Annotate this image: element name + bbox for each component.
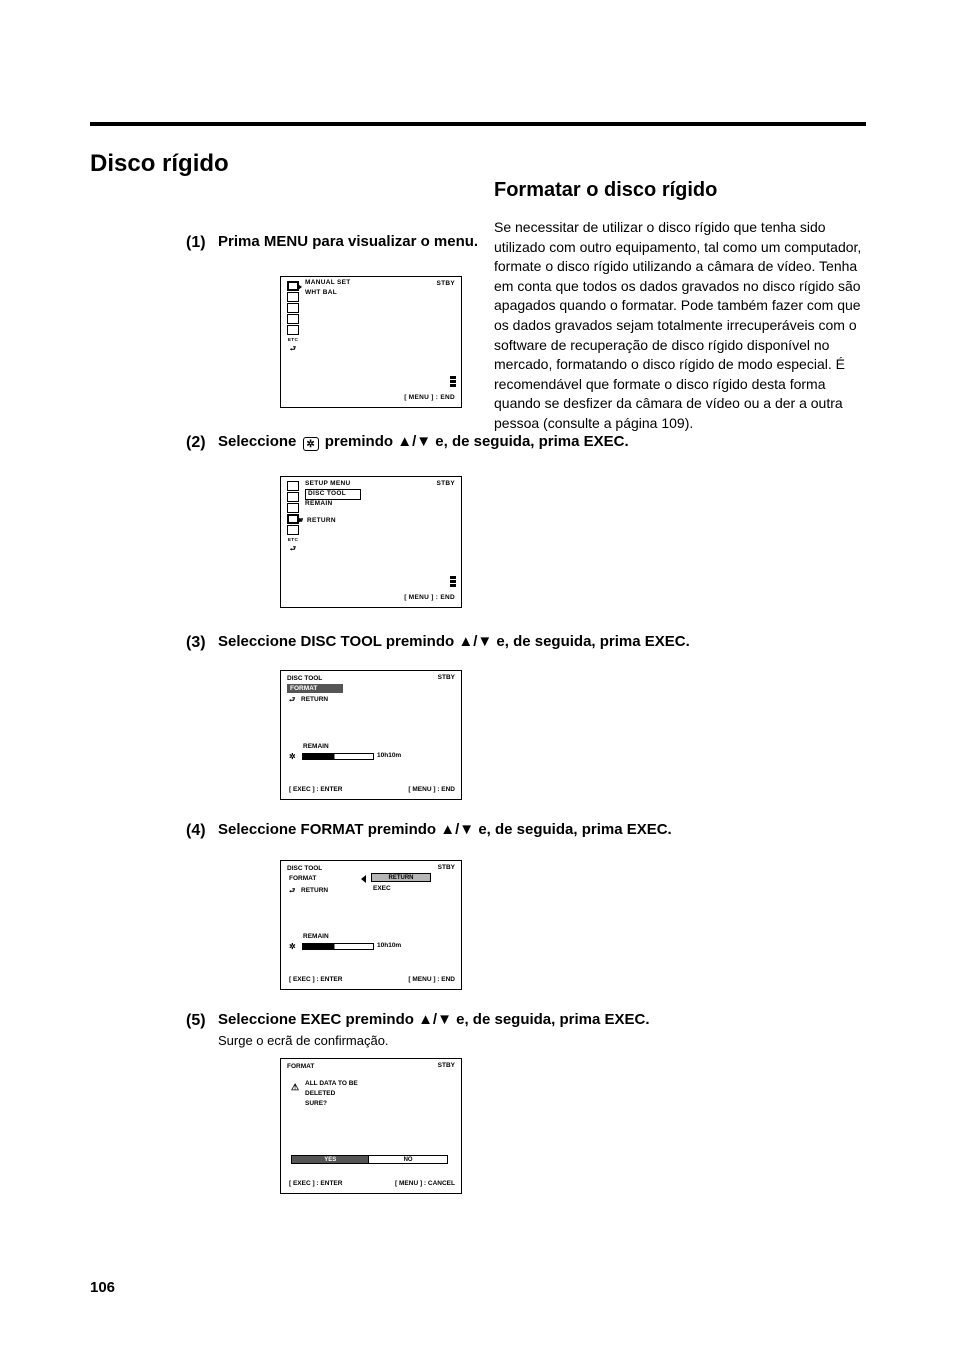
lcd-title: MANUAL SET: [305, 279, 351, 288]
lcd-status: STBY: [438, 864, 455, 873]
return-icon: ⮐: [289, 696, 295, 705]
triangle-left-icon: [361, 875, 366, 883]
lcd-status: STBY: [436, 280, 455, 289]
step-number: (5): [186, 1010, 210, 1032]
lcd-item: FORMAT: [289, 875, 316, 884]
remain-label: REMAIN: [303, 743, 329, 752]
remain-slider: [302, 943, 374, 950]
up-arrow-icon: [440, 821, 455, 838]
lcd-status: STBY: [436, 480, 455, 489]
intro-block: Formatar o disco rígido Se necessitar de…: [494, 176, 864, 434]
return-icon: ⮐: [287, 345, 299, 354]
lcd-hint-exec: [ EXEC ] : ENTER: [289, 786, 342, 795]
menu-icon-etc: ETC: [287, 336, 299, 344]
remain-slider: [302, 753, 374, 760]
remain-label: REMAIN: [303, 933, 329, 942]
lcd-screen-5: FORMAT STBY ⚠ ALL DATA TO BE DELETED SUR…: [280, 1058, 462, 1194]
lcd-row-selected: DISC TOOL: [305, 489, 361, 500]
down-arrow-icon: [459, 821, 474, 838]
page-number: 106: [90, 1278, 115, 1298]
warning-icon: ⚠: [291, 1081, 299, 1093]
return-icon: ⮐: [289, 887, 295, 896]
step-number: (2): [186, 432, 210, 454]
step-number: (1): [186, 232, 210, 254]
up-arrow-icon: [397, 433, 412, 450]
menu-icon-selected: [287, 281, 299, 291]
step-text: Seleccione EXEC premindo / e, de seguida…: [218, 1010, 866, 1030]
menu-icon: [287, 292, 299, 302]
lcd-hint-end: [ MENU ] : END: [408, 976, 455, 985]
lcd-row: WHT BAL: [305, 289, 337, 298]
step-extra: Surge o ecrã de confirmação.: [218, 1032, 866, 1050]
step-number: (4): [186, 820, 210, 842]
remain-value: 10h10m: [377, 942, 401, 951]
menu-icon-etc: ETC: [287, 536, 299, 544]
battery-icon: [450, 575, 456, 587]
lcd-screen-1: ETC ⮐ MANUAL SET WHT BAL STBY [ MENU ] :…: [280, 276, 462, 408]
step-number: (3): [186, 632, 210, 654]
menu-icon: [287, 503, 299, 513]
menu-icon-column: ETC ⮐: [287, 281, 301, 355]
lcd-hint: [ MENU ] : END: [404, 394, 455, 403]
chapter-title: Disco rígido: [90, 148, 229, 180]
option-return: RETURN: [371, 873, 431, 882]
lcd-status: STBY: [438, 674, 455, 683]
down-arrow-icon: [477, 633, 492, 650]
lcd-hint: [ MENU ] : END: [404, 594, 455, 603]
up-arrow-icon: [418, 1011, 433, 1028]
lcd-item-selected: FORMAT: [287, 684, 343, 693]
lcd-title: SETUP MENU: [305, 480, 351, 489]
lcd-hint-exec: [ EXEC ] : ENTER: [289, 976, 342, 985]
remain-value: 10h10m: [377, 752, 401, 761]
lcd-return: RETURN: [301, 696, 328, 705]
step-text: Seleccione DISC TOOL premindo / e, de se…: [218, 632, 866, 652]
gear-icon: ✲: [289, 942, 296, 953]
return-icon: ⮐: [287, 545, 299, 554]
gear-icon: ✲: [303, 437, 319, 451]
step-text: Seleccione ✲ premindo / e, de seguida, p…: [218, 432, 866, 452]
step-text: Prima MENU para visualizar o menu.: [218, 232, 866, 252]
menu-icon: [287, 325, 299, 335]
up-arrow-icon: [458, 633, 473, 650]
lcd-hint-exec: [ EXEC ] : ENTER: [289, 1180, 342, 1189]
lcd-status: STBY: [438, 1062, 455, 1071]
step-text: Seleccione FORMAT premindo / e, de segui…: [218, 820, 866, 840]
no-button[interactable]: NO: [369, 1155, 447, 1164]
lcd-row: REMAIN: [305, 500, 332, 509]
warning-text: ALL DATA TO BE DELETED SURE?: [305, 1079, 358, 1108]
menu-icon: [287, 481, 299, 491]
lcd-hint-end: [ MENU ] : END: [408, 786, 455, 795]
return-icon: ⮐: [297, 517, 304, 526]
lcd-hint-cancel: [ MENU ] : CANCEL: [395, 1180, 455, 1189]
lcd-title: FORMAT: [287, 1063, 314, 1072]
menu-icon: [287, 525, 299, 535]
menu-icon: [287, 492, 299, 502]
lcd-screen-4: DISC TOOL STBY FORMAT RETURN EXEC ⮐ RETU…: [280, 860, 462, 990]
confirm-bar: YESNO: [291, 1155, 451, 1164]
lcd-return: RETURN: [307, 517, 336, 526]
step-text-content: Prima MENU para visualizar o menu.: [218, 233, 478, 250]
yes-button[interactable]: YES: [291, 1155, 369, 1164]
menu-icon: [287, 314, 299, 324]
header-rule: [90, 122, 866, 126]
battery-icon: [450, 375, 456, 387]
lcd-return: RETURN: [301, 887, 328, 896]
gear-icon: ✲: [289, 752, 296, 763]
lcd-screen-2: ETC ⮐ SETUP MENU DISC TOOL REMAIN RETURN…: [280, 476, 462, 608]
menu-icon: [287, 303, 299, 313]
section-heading: Formatar o disco rígido: [494, 176, 864, 204]
down-arrow-icon: [416, 433, 431, 450]
down-arrow-icon: [437, 1011, 452, 1028]
lcd-title: DISC TOOL: [287, 865, 322, 874]
lcd-screen-3: DISC TOOL STBY FORMAT ⮐ RETURN ✲ REMAIN …: [280, 670, 462, 800]
lcd-title: DISC TOOL: [287, 675, 322, 684]
option-exec: EXEC: [373, 885, 391, 894]
